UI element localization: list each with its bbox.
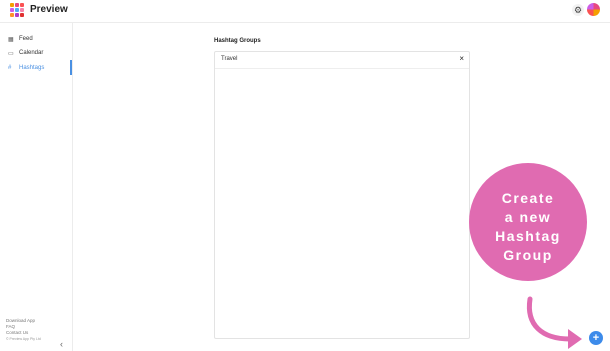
callout-line: Hashtag <box>495 228 561 244</box>
active-nav-indicator <box>70 60 72 75</box>
collapse-chevron-icon[interactable]: ‹ <box>60 339 63 349</box>
page-title: Hashtag Groups <box>214 38 261 44</box>
app-title: Preview <box>30 4 68 15</box>
close-icon[interactable]: × <box>459 54 464 63</box>
sidebar-item-feed[interactable]: ▦ Feed <box>8 33 33 45</box>
app-logo-icon[interactable] <box>10 3 24 17</box>
avatar[interactable] <box>587 3 600 16</box>
callout-line: Create <box>501 190 555 206</box>
faq-link[interactable]: FAQ <box>6 324 15 329</box>
calendar-icon: ▭ <box>8 50 14 57</box>
sidebar-item-hashtags[interactable]: # Hashtags <box>8 62 44 74</box>
gear-icon[interactable]: ⚙ <box>572 4 584 16</box>
callout-line: Group <box>503 247 553 263</box>
sidebar: ▦ Feed ▭ Calendar # Hashtags Download Ap… <box>0 23 73 351</box>
sidebar-item-label: Hashtags <box>19 65 45 71</box>
hashtag-group-name: Travel <box>221 56 238 62</box>
sidebar-item-label: Calendar <box>19 50 44 56</box>
add-hashtag-group-button[interactable]: + <box>589 331 603 345</box>
top-bar: Preview ⚙ <box>0 0 610 23</box>
copyright-text: © Preview App Pty Ltd <box>6 337 41 341</box>
contact-link[interactable]: Contact Us <box>6 330 28 335</box>
hashtag-group-header[interactable]: Travel × <box>215 52 469 69</box>
callout-line: a new <box>504 209 552 225</box>
callout-text: Create a new Hashtag Group <box>469 189 587 265</box>
download-app-link[interactable]: Download App <box>6 318 35 323</box>
grid-icon: ▦ <box>8 36 14 43</box>
sidebar-item-calendar[interactable]: ▭ Calendar <box>8 47 43 59</box>
pointer-arrow-icon <box>526 296 582 349</box>
sidebar-item-label: Feed <box>19 36 33 42</box>
hashtag-icon: # <box>8 65 12 71</box>
hashtag-group-panel: Travel × <box>214 51 470 339</box>
